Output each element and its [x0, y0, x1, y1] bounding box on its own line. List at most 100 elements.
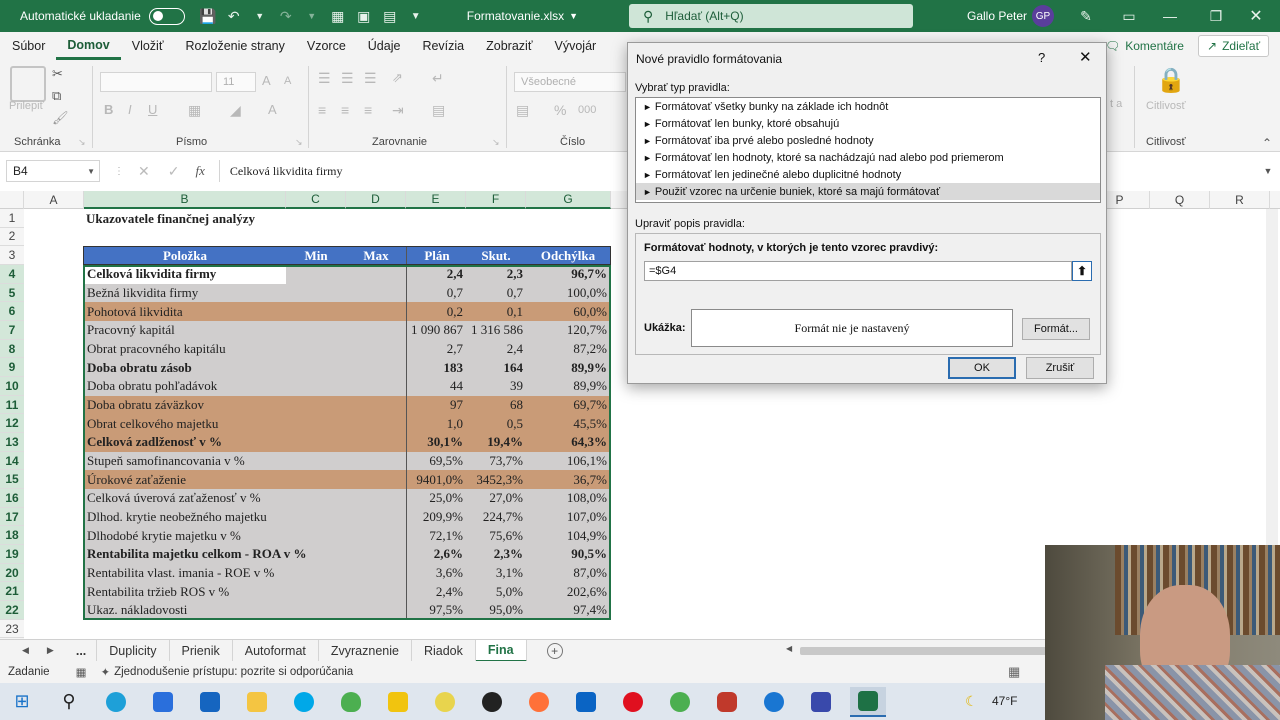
prev-sheet-icon[interactable]: ◀ [22, 645, 29, 656]
font-name-box[interactable] [100, 72, 212, 92]
excel-taskbar-icon[interactable] [850, 686, 886, 717]
mail-icon[interactable] [192, 687, 228, 717]
undo-dropdown-icon[interactable]: ▼ [247, 4, 273, 28]
start-icon[interactable]: ⊞ [4, 687, 40, 717]
save-icon[interactable]: 💾 [195, 4, 221, 28]
row-header[interactable]: 8 [0, 339, 24, 359]
accounting-icon[interactable]: ▤ [516, 102, 529, 119]
skype-icon[interactable] [286, 687, 322, 717]
underline-icon[interactable]: U [148, 102, 157, 117]
accessibility-status[interactable]: Zjednodušenie prístupu: pozrite si odpor… [114, 666, 353, 678]
collapse-ribbon-icon[interactable]: ⌃ [1262, 136, 1272, 150]
customize-qat-icon[interactable]: ▼ [403, 4, 429, 28]
tab-rozlo-enie-strany[interactable]: Rozloženie strany [175, 32, 296, 60]
row-header[interactable]: 9 [0, 358, 24, 378]
redo-dropdown-icon[interactable]: ▼ [299, 4, 325, 28]
store-icon[interactable] [145, 687, 181, 717]
help-icon[interactable]: ? [1038, 50, 1045, 65]
rule-type-item[interactable]: ► Formátovať iba prvé alebo posledné hod… [636, 132, 1100, 149]
row-header[interactable]: 11 [0, 395, 24, 415]
percent-icon[interactable]: % [554, 102, 566, 118]
sheet-tab-fina[interactable]: Fina [475, 639, 527, 662]
cut-icon[interactable]: ✂ [52, 66, 63, 82]
chrome-icon[interactable] [662, 687, 698, 717]
horizontal-scrollbar[interactable] [800, 647, 1050, 655]
rule-type-item[interactable]: ► Formátovať len hodnoty, ktoré sa nachá… [636, 149, 1100, 166]
align-left-icon[interactable]: ≡ [318, 102, 326, 118]
paste-icon[interactable] [10, 66, 46, 102]
formula-input[interactable]: =$G4 [644, 261, 1072, 281]
sensitivity-icon[interactable]: 🔒 [1156, 66, 1186, 95]
firefox-icon[interactable] [521, 687, 557, 717]
sheet-icon[interactable]: ▤ [377, 4, 403, 28]
column-header-g[interactable]: G [526, 191, 611, 209]
cancel-entry-icon[interactable]: ✕ [138, 163, 150, 180]
confirm-entry-icon[interactable]: ✓ [168, 163, 180, 180]
bold-icon[interactable]: B [104, 102, 113, 117]
grow-font-icon[interactable]: A [262, 73, 271, 88]
table-icon[interactable]: ▣ [351, 4, 377, 28]
row-header[interactable]: 20 [0, 563, 24, 583]
grid-icon[interactable]: ▦ [325, 4, 351, 28]
align-top-icon[interactable]: ☰ [318, 70, 331, 87]
indent-icon[interactable]: ⇥ [392, 102, 404, 119]
row-header[interactable]: 19 [0, 545, 24, 564]
macro-record-icon[interactable]: ▦ [76, 665, 87, 679]
name-box-dropdown-icon[interactable]: ▼ [87, 167, 95, 176]
avatar[interactable]: GP [1032, 5, 1054, 27]
row-header[interactable]: 23 [0, 620, 24, 639]
wrap-text-icon[interactable]: ↵ [432, 70, 444, 87]
chart-app-icon[interactable] [380, 687, 416, 717]
autosave-toggle[interactable] [148, 7, 185, 25]
sheet-tab-zvyraznenie[interactable]: Zvyraznenie [319, 639, 412, 662]
add-sheet-icon[interactable]: + [546, 642, 563, 659]
sheet-tab-riadok[interactable]: Riadok [412, 639, 476, 662]
floppy-icon[interactable] [803, 687, 839, 717]
tab-s-bor[interactable]: Súbor [1, 32, 56, 60]
row-header[interactable]: 7 [0, 321, 24, 340]
font-size-box[interactable]: 11 [216, 72, 256, 92]
collapse-dialog-icon[interactable]: ⬆ [1072, 261, 1092, 281]
search-taskbar-icon[interactable]: ⚲ [51, 687, 87, 717]
rule-type-item[interactable]: ► Formátovať všetky bunky na základe ich… [636, 98, 1100, 115]
borders-icon[interactable]: ▦ [188, 102, 201, 119]
rule-type-item[interactable]: ► Použiť vzorec na určenie buniek, ktoré… [636, 183, 1100, 200]
number-format-box[interactable]: Všeobecné [514, 72, 626, 92]
tab-rev-zia[interactable]: Revízia [411, 32, 475, 60]
sheet-tab-prienik[interactable]: Prienik [170, 639, 233, 662]
ribbon-display-icon[interactable]: ▭ [1116, 4, 1142, 28]
media-icon[interactable] [474, 687, 510, 717]
tab-v-voj-r[interactable]: Vývojár [544, 32, 608, 60]
row-header[interactable]: 18 [0, 526, 24, 546]
paint-icon[interactable] [427, 687, 463, 717]
tab-vlo-i-[interactable]: Vložiť [121, 32, 175, 60]
next-sheet-icon[interactable]: ▶ [47, 645, 54, 656]
format-painter-icon[interactable]: 🖌 [52, 110, 69, 126]
more-sheets-icon[interactable]: ... [76, 644, 86, 658]
font-color-icon[interactable]: A [268, 102, 277, 117]
cancel-button[interactable]: Zrušiť [1026, 357, 1094, 379]
restore-icon[interactable]: ❐ [1203, 4, 1229, 28]
file-name-dropdown-icon[interactable]: ▼ [569, 11, 578, 21]
redo-icon[interactable]: ↷ [273, 4, 299, 28]
row-header[interactable]: 22 [0, 601, 24, 620]
expand-formula-icon[interactable]: ▼ [1256, 166, 1280, 176]
shrink-font-icon[interactable]: A [284, 75, 291, 87]
undo-icon[interactable]: ↶ [221, 4, 247, 28]
file-name[interactable]: Formatovanie.xlsx [467, 9, 564, 23]
accessibility-icon[interactable]: ✦ [100, 665, 110, 679]
close-icon[interactable]: ✕ [1243, 4, 1269, 28]
outlook-icon[interactable] [568, 687, 604, 717]
comma-style-icon[interactable]: 000 [578, 104, 596, 116]
pen-icon[interactable]: ✎ [1073, 4, 1099, 28]
row-header[interactable]: 3 [0, 246, 24, 265]
column-header-c[interactable]: C [286, 191, 346, 209]
minimize-icon[interactable]: — [1157, 4, 1183, 28]
puzzle-icon[interactable] [709, 687, 745, 717]
rule-type-item[interactable]: ► Formátovať len bunky, ktoré obsahujú [636, 115, 1100, 132]
row-header[interactable]: 4 [0, 265, 24, 284]
orientation-icon[interactable]: ⇗ [392, 70, 403, 86]
format-button[interactable]: Formát... [1022, 318, 1090, 340]
network-icon[interactable] [756, 687, 792, 717]
font-launcher-icon[interactable]: ↘ [295, 137, 303, 148]
